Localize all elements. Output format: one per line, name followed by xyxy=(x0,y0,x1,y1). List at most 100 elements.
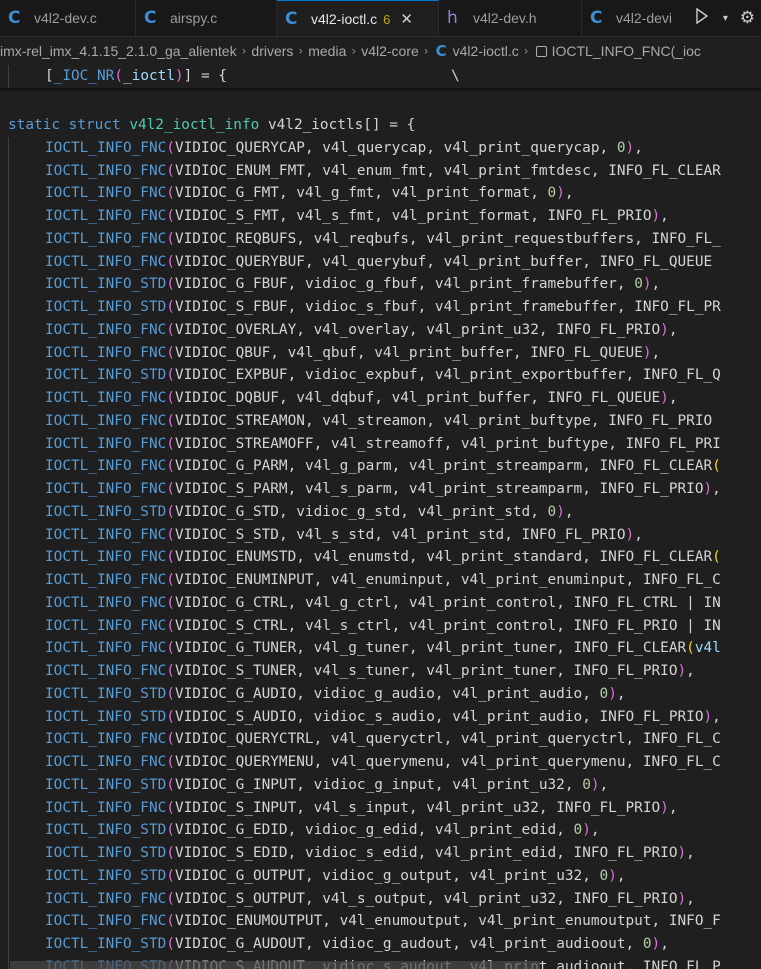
code-line: IOCTL_INFO_FNC(VIDIOC_S_OUTPUT, v4l_s_ou… xyxy=(0,887,761,911)
indent-guide xyxy=(0,227,45,251)
chevron-right-icon: › xyxy=(523,44,529,58)
ioctl-macro: IOCTL_INFO_STD xyxy=(45,822,167,839)
ioctl-arg: VIDIOC_S_OUTPUT xyxy=(174,890,305,907)
ioctl-macro: IOCTL_INFO_STD xyxy=(45,845,167,861)
ioctl-arg: v4l_print_exportbuffer xyxy=(434,367,626,384)
ioctl-arg: 0 xyxy=(616,139,626,156)
ioctl-arg: INFO_FL_C xyxy=(642,754,721,770)
breadcrumb-item-drivers[interactable]: drivers xyxy=(251,43,293,59)
ioctl-arg: v4l_print_framebuffer xyxy=(434,276,617,293)
code-line: IOCTL_INFO_FNC(VIDIOC_REQBUFS, v4l_reqbu… xyxy=(0,227,761,251)
indent-guide xyxy=(0,682,45,706)
ioctl-arg: v4l_s_std xyxy=(296,526,375,543)
code-line: IOCTL_INFO_STD(VIDIOC_G_FBUF, vidioc_g_f… xyxy=(0,273,761,296)
ioctl-macro: IOCTL_INFO_FNC xyxy=(45,890,167,907)
code-line: IOCTL_INFO_STD(VIDIOC_G_AUDIO, vidioc_g_… xyxy=(0,682,761,706)
code-line: IOCTL_INFO_STD(VIDIOC_G_INPUT, vidioc_g_… xyxy=(0,773,761,797)
tab-v4l2-devi[interactable]: C v4l2-devi xyxy=(582,0,692,36)
ioctl-macro: IOCTL_INFO_FNC xyxy=(45,731,167,748)
tab-bar: C v4l2-dev.c C airspy.c C v4l2-ioctl.c 6… xyxy=(0,0,761,37)
c-file-icon: C xyxy=(285,9,298,29)
ioctl-arg: 0 xyxy=(582,776,591,793)
ioctl-arg: VIDIOC_QUERYBUF xyxy=(174,253,305,270)
ioctl-arg: VIDIOC_S_FMT xyxy=(174,208,279,224)
ioctl-arg: 0 xyxy=(634,276,643,293)
tab-v4l2-dev-h[interactable]: h v4l2-dev.h xyxy=(439,0,582,36)
chevron-right-icon: › xyxy=(423,44,429,58)
indent-guide xyxy=(0,159,45,183)
run-icon[interactable] xyxy=(693,7,711,30)
ioctl-arg: v4l_print_querymenu xyxy=(460,754,626,770)
ioctl-arg: INFO_FL_PRIO xyxy=(547,208,652,224)
tab-v4l2-ioctl-c[interactable]: C v4l2-ioctl.c 6 ✕ xyxy=(277,0,439,36)
ioctl-arg: INFO_FL_PRIO xyxy=(521,526,626,543)
indent-guide xyxy=(0,432,45,456)
tab-label: v4l2-dev.c xyxy=(34,10,97,26)
close-icon[interactable]: ✕ xyxy=(400,10,413,28)
ioctl-macro: IOCTL_INFO_FNC xyxy=(45,162,167,179)
indent-guide xyxy=(0,478,45,501)
indent-guide xyxy=(0,910,45,933)
chevron-down-icon[interactable]: ▾ xyxy=(723,13,728,24)
indent-guide xyxy=(0,660,45,683)
code-line: IOCTL_INFO_STD(VIDIOC_S_FBUF, vidioc_s_f… xyxy=(0,296,761,319)
sticky-scroll-shadow xyxy=(0,88,761,92)
ioctl-arg: INFO_FL_PRIO xyxy=(573,663,678,679)
ioctl-arg: vidioc_expbuf xyxy=(304,367,418,384)
ioctl-macro: IOCTL_INFO_FNC xyxy=(45,390,167,406)
tab-v4l2-dev-c[interactable]: C v4l2-dev.c xyxy=(0,0,136,36)
ioctl-arg: v4l_print_streamparm xyxy=(408,458,583,475)
ioctl-arg: v4l_print_buffer xyxy=(443,253,583,270)
ioctl-arg: vidioc_g_output xyxy=(322,867,453,884)
editor-actions: ▾ ⚙ xyxy=(687,0,761,36)
ioctl-arg: v4l_print_edid xyxy=(434,822,557,839)
ioctl-macro: IOCTL_INFO_FNC xyxy=(45,617,167,634)
ioctl-arg: VIDIOC_G_CTRL xyxy=(174,594,288,611)
ioctl-arg: INFO_FL_CTRL xyxy=(573,594,678,611)
ioctl-arg: v4l_print_requestbuffers xyxy=(426,230,635,247)
horizontal-scrollbar[interactable] xyxy=(10,961,540,969)
ioctl-arg: INFO_FL_CLEAR xyxy=(599,549,713,566)
indent-guide xyxy=(0,250,45,274)
breadcrumb-item-media[interactable]: media xyxy=(308,43,346,59)
ioctl-arg: v4l_print_std xyxy=(417,503,531,520)
tab-airspy-c[interactable]: C airspy.c xyxy=(136,0,277,36)
ioctl-macro: IOCTL_INFO_FNC xyxy=(45,344,167,361)
breadcrumb-item-symbol[interactable]: IOCTL_INFO_FNC(_ioc xyxy=(552,43,701,59)
problems-count-badge: 6 xyxy=(383,11,391,27)
ioctl-arg: VIDIOC_OVERLAY xyxy=(174,321,297,338)
ioctl-macro: IOCTL_INFO_FNC xyxy=(45,754,167,770)
ioctl-arg: VIDIOC_QUERYCAP xyxy=(174,139,305,156)
gear-icon[interactable]: ⚙ xyxy=(740,8,755,28)
sticky-scroll-line[interactable]: [_IOC_NR(_ioctl)] = {\ xyxy=(0,65,761,88)
ioctl-macro: IOCTL_INFO_FNC xyxy=(45,572,167,588)
ioctl-arg: INFO_FL_PRIO xyxy=(573,845,678,861)
code-line: IOCTL_INFO_STD(VIDIOC_S_AUDIO, vidioc_s_… xyxy=(0,705,761,729)
breadcrumb-item-v4l2-core[interactable]: v4l2-core xyxy=(361,43,419,59)
ioctl-arg: v4l_print_control xyxy=(408,617,557,634)
ioctl-arg: v4l_print_u32 xyxy=(426,321,539,338)
ioctl-arg: vidioc_g_fbuf xyxy=(304,276,418,293)
ioctl-macro: IOCTL_INFO_FNC xyxy=(45,208,167,224)
ioctl-arg: v4l_enumoutput xyxy=(339,913,461,930)
breadcrumb-item-root[interactable]: imx-rel_imx_4.1.15_2.1.0_ga_alientek xyxy=(0,43,237,59)
ioctl-macro: IOCTL_INFO_FNC xyxy=(45,481,167,497)
code-editor[interactable]: static struct v4l2_ioctl_info v4l2_ioctl… xyxy=(0,114,761,969)
ioctl-arg: 0 xyxy=(599,685,609,702)
ioctl-arg: v4l_print_framebuffer xyxy=(434,299,617,315)
code-line: IOCTL_INFO_FNC(VIDIOC_STREAMOFF, v4l_str… xyxy=(0,432,761,456)
ioctl-macro: IOCTL_INFO_STD xyxy=(45,503,167,520)
ioctl-arg: VIDIOC_S_FBUF xyxy=(174,299,288,315)
code-line: IOCTL_INFO_STD(VIDIOC_G_EDID, vidioc_g_e… xyxy=(0,819,761,842)
breadcrumb-item-file[interactable]: v4l2-ioctl.c xyxy=(453,43,519,59)
ioctl-macro: IOCTL_INFO_STD xyxy=(45,867,167,884)
ioctl-arg: vidioc_g_audio xyxy=(313,685,435,702)
ioctl-arg: v4l_overlay xyxy=(313,321,409,338)
ioctl-arg: 0 xyxy=(642,936,652,952)
ioctl-arg: v4l_print_buffer xyxy=(391,390,531,406)
indent-guide xyxy=(0,751,45,774)
indent-guide xyxy=(0,65,45,88)
ioctl-arg: VIDIOC_G_PARM xyxy=(174,458,288,475)
ioctl-arg: v4l_enum_fmt xyxy=(322,162,427,179)
code-line: IOCTL_INFO_FNC(VIDIOC_S_CTRL, v4l_s_ctrl… xyxy=(0,614,761,638)
